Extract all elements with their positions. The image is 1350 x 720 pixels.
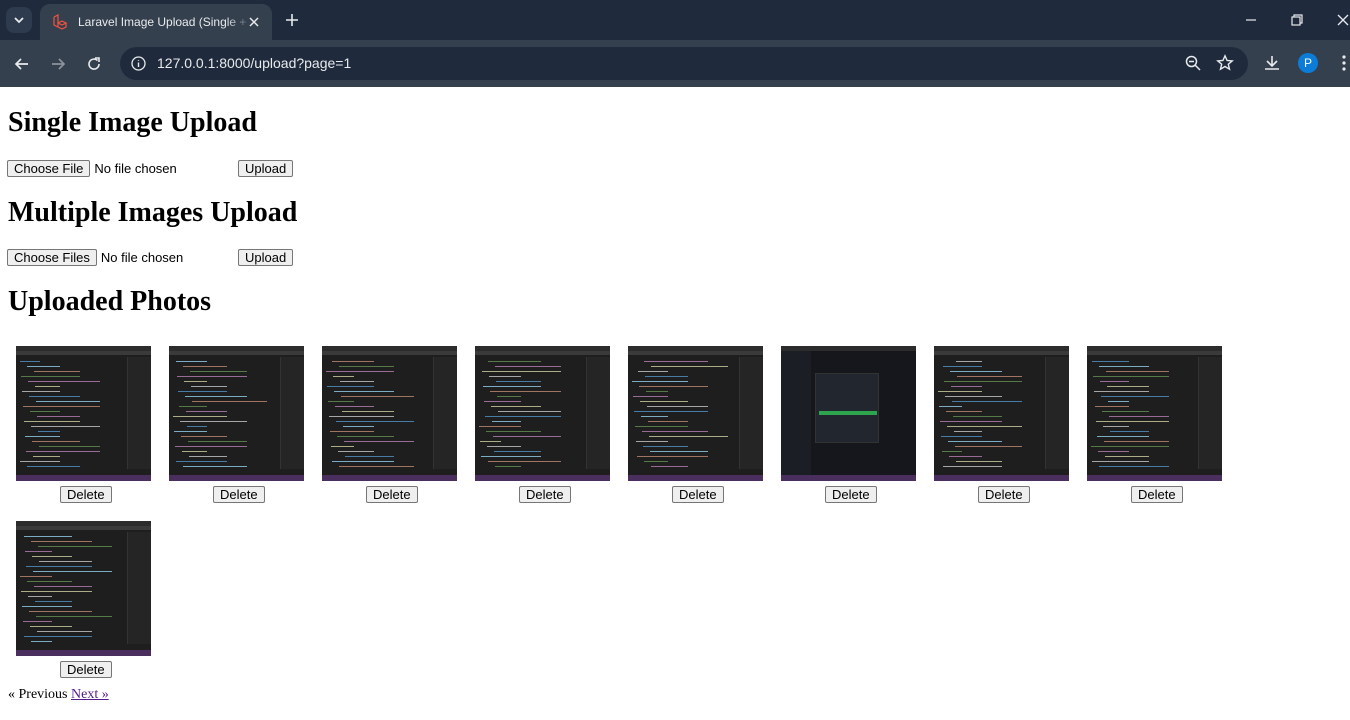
tab-search-button[interactable] (6, 7, 32, 33)
browser-chrome: Laravel Image Upload (Single + Multiple)… (0, 0, 1350, 87)
arrow-right-icon (52, 58, 66, 70)
restore-icon[interactable] (1287, 10, 1307, 30)
window-close-icon[interactable] (1333, 10, 1350, 30)
tab-title: Laravel Image Upload (Single + Multiple) (78, 15, 252, 29)
photo-thumbnail (1087, 346, 1222, 481)
photo-thumbnail (169, 346, 304, 481)
uploaded-photos-heading: Uploaded Photos (8, 286, 212, 317)
pagination: « Previous Next » (8, 687, 109, 703)
delete-photo-button[interactable]: Delete (60, 486, 112, 503)
new-tab-icon[interactable] (282, 10, 302, 30)
photo-thumbnail (934, 346, 1069, 481)
close-icon[interactable] (246, 14, 262, 30)
url-text: 127.0.0.1:8000/upload?page=1 (157, 55, 352, 71)
photo-item: Delete (16, 346, 151, 503)
tab-strip: Laravel Image Upload (Single + Multiple) (0, 0, 1350, 40)
single-choose-file-button[interactable]: Choose File (7, 159, 91, 177)
photo-item: Delete (16, 521, 151, 678)
bookmark-star-icon[interactable] (1216, 54, 1234, 72)
zoom-icon[interactable] (1184, 54, 1202, 72)
photo-item: Delete (781, 346, 916, 503)
photo-item: Delete (934, 346, 1069, 503)
delete-photo-button[interactable]: Delete (1131, 486, 1183, 503)
delete-photo-button[interactable]: Delete (213, 486, 265, 503)
photo-thumbnail (16, 521, 151, 656)
single-upload-form: Choose File No file chosen Upload (7, 159, 294, 177)
chevron-down-icon (14, 17, 24, 24)
delete-photo-button[interactable]: Delete (825, 486, 877, 503)
multiple-file-status: No file chosen (100, 249, 184, 265)
photo-item: Delete (475, 346, 610, 503)
multiple-upload-heading: Multiple Images Upload (8, 197, 298, 228)
address-bar[interactable]: 127.0.0.1:8000/upload?page=1 (120, 47, 1248, 80)
multiple-upload-button[interactable]: Upload (238, 248, 294, 266)
profile-avatar[interactable]: P (1298, 53, 1318, 73)
photo-item: Delete (169, 346, 304, 503)
delete-photo-button[interactable]: Delete (672, 486, 724, 503)
page-content: Single Image Upload Choose File No file … (0, 87, 1350, 720)
reload-button[interactable] (82, 52, 106, 76)
info-icon[interactable] (130, 55, 147, 72)
pagination-previous: « Previous (8, 687, 68, 702)
photo-thumbnail (16, 346, 151, 481)
laravel-icon (53, 14, 68, 30)
minimize-icon[interactable] (1241, 10, 1261, 30)
delete-photo-button[interactable]: Delete (60, 661, 112, 678)
photo-thumbnail (628, 346, 763, 481)
reload-icon (88, 57, 100, 70)
forward-button[interactable] (46, 52, 70, 76)
pagination-next-link[interactable]: Next » (71, 687, 109, 702)
photo-thumbnail (475, 346, 610, 481)
photo-item: Delete (628, 346, 763, 503)
multiple-upload-form: Choose Files No file chosen Upload (7, 248, 294, 266)
delete-photo-button[interactable]: Delete (366, 486, 418, 503)
single-upload-button[interactable]: Upload (238, 159, 294, 177)
photo-item: Delete (322, 346, 457, 503)
single-file-status: No file chosen (94, 160, 177, 176)
arrow-left-icon (14, 58, 28, 70)
single-upload-heading: Single Image Upload (8, 107, 257, 138)
delete-photo-button[interactable]: Delete (519, 486, 571, 503)
multiple-choose-files-button[interactable]: Choose Files (7, 248, 97, 266)
active-tab[interactable]: Laravel Image Upload (Single + Multiple) (40, 4, 272, 40)
kebab-menu-icon[interactable] (1334, 53, 1350, 73)
delete-photo-button[interactable]: Delete (978, 486, 1030, 503)
photo-thumbnail (322, 346, 457, 481)
photo-thumbnail (781, 346, 916, 481)
back-button[interactable] (10, 52, 34, 76)
download-icon[interactable] (1262, 53, 1282, 73)
photo-item: Delete (1087, 346, 1222, 503)
